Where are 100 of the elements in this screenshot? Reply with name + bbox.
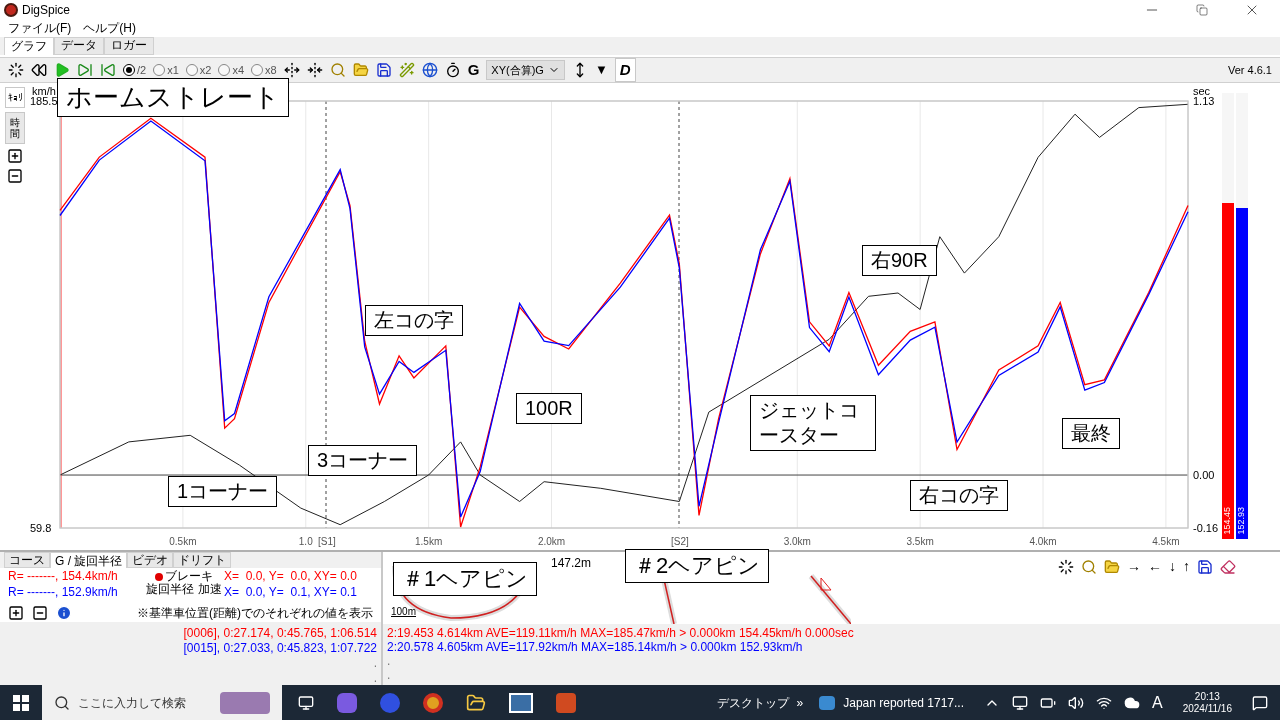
g-readout: X= 0.0, Y= 0.0, XY= 0.0 <box>224 568 357 585</box>
dot-marker: . <box>387 668 392 682</box>
tab[interactable]: ビデオ <box>127 552 174 568</box>
spinner-icon[interactable] <box>1058 558 1074 575</box>
mode-select[interactable]: XY(合算)G <box>486 59 565 80</box>
callout-label: 3コーナー <box>308 445 418 476</box>
rate-radio[interactable]: /2 <box>123 61 147 79</box>
save-icon[interactable] <box>375 61 392 78</box>
browser-icon[interactable] <box>423 692 443 713</box>
expand-horizontal-icon[interactable] <box>283 61 300 78</box>
clock-date[interactable]: 2024/11/16 <box>1182 702 1232 715</box>
eraser-icon[interactable] <box>1220 558 1236 575</box>
d-button[interactable]: D <box>614 57 636 83</box>
dot-marker: . <box>387 654 392 668</box>
restore-icon[interactable] <box>1196 3 1208 16</box>
volume-icon[interactable] <box>1068 694 1084 711</box>
rate-radio[interactable]: x1 <box>153 61 179 79</box>
add-icon[interactable] <box>8 605 24 621</box>
note-text: ※基準車位置(距離)でのそれぞれの値を表示 <box>137 605 373 622</box>
x-axis-tick: 1.5km <box>415 535 443 548</box>
time-unit-label: sec <box>1193 83 1211 97</box>
y-axis-tick: 1.13 <box>1193 94 1215 107</box>
notifications-icon[interactable] <box>1252 694 1268 711</box>
stopwatch-icon[interactable] <box>444 61 461 78</box>
callout-label: ＃2ヘアピン <box>625 549 770 583</box>
wand-icon[interactable] <box>398 61 415 78</box>
y-axis-tick: 185.5 <box>30 94 58 107</box>
menu-item[interactable]: ファイル(F) <box>8 19 72 38</box>
rewind-icon[interactable] <box>31 61 47 78</box>
search-placeholder: ここに入力して検索 <box>78 694 186 712</box>
dot-marker: . <box>373 671 377 686</box>
callout-label: 1コーナー <box>168 476 278 507</box>
search-icon[interactable] <box>329 61 346 78</box>
g-readout: X= 0.0, Y= 0.1, XY= 0.1 <box>224 584 357 601</box>
folder-icon[interactable] <box>466 692 486 713</box>
ime-indicator[interactable]: A <box>1152 690 1163 715</box>
g-button[interactable]: G <box>467 58 480 82</box>
tab[interactable]: ロガー <box>104 36 154 55</box>
task-view-icon[interactable] <box>298 694 314 711</box>
play-icon[interactable] <box>54 61 70 78</box>
axis-tab[interactable]: ｷｮﾘ <box>5 86 25 108</box>
globe-icon[interactable] <box>421 61 438 78</box>
window-title: DigSpice <box>22 1 71 19</box>
clock-time[interactable]: 20:13 <box>1194 690 1220 703</box>
zoom-in-icon[interactable] <box>7 147 23 164</box>
speed-readout: R= -------, 154.4km/h <box>8 568 119 585</box>
callout-label: 右コの字 <box>910 480 1008 511</box>
arrow-button[interactable]: → <box>1127 556 1141 577</box>
speed-unit-label: km/h <box>32 83 56 97</box>
taskbar-search-field[interactable]: ここに入力して検索 <box>42 685 282 720</box>
tab[interactable]: データ <box>54 36 104 55</box>
device-icon[interactable] <box>1012 694 1028 711</box>
x-axis-tick: 4.5km <box>1152 535 1180 548</box>
x-axis-tick: 0.5km <box>169 535 197 548</box>
callout-label: 右90R <box>862 245 937 276</box>
app-logo-icon <box>4 2 18 17</box>
news-widget[interactable]: Japan reported 1717... <box>843 693 964 712</box>
arrow-button[interactable]: ↓ <box>1169 556 1176 577</box>
arrow-button[interactable]: ← <box>1148 556 1162 577</box>
scale-label: 100m <box>391 605 416 619</box>
step-back-icon[interactable] <box>100 61 116 78</box>
speed-readout: R= -------, 152.9km/h <box>8 584 119 601</box>
rate-radio[interactable]: x2 <box>185 61 212 79</box>
g-meter-drawing: ブレーキ 旋回半径 加速 <box>145 570 223 598</box>
news-icon <box>819 695 836 710</box>
tab[interactable]: G / 旋回半径 <box>50 552 128 568</box>
lap-summary: 2:19.453 4.614km AVE=119.11km/h MAX=185.47km/h > 0.000km 154.45km/h 0.000sec <box>387 626 855 640</box>
axis-tab[interactable]: 時間 <box>5 111 25 144</box>
remove-icon[interactable] <box>32 605 48 621</box>
tab[interactable]: グラフ <box>4 36 54 55</box>
lap-split-times: [0015], 0:27.033, 0:45.823, 1:07.722 <box>183 641 377 656</box>
spinner-icon[interactable] <box>8 61 24 78</box>
y-axis-tick: -0.16 <box>1193 521 1219 534</box>
tab[interactable]: ドリフト <box>173 552 232 568</box>
windows-start-icon[interactable] <box>13 694 29 711</box>
rate-radio[interactable]: x4 <box>218 61 245 79</box>
callout-label: ＃1ヘアピン <box>393 562 538 596</box>
speed-reading: 152.93 <box>1235 507 1248 535</box>
x-axis-tick: 4.0km <box>1029 535 1057 548</box>
search-icon[interactable] <box>1081 558 1097 575</box>
version-label: Ver 4.6.1 <box>1227 62 1272 78</box>
save-icon[interactable] <box>1197 558 1213 575</box>
overflow-button[interactable]: » <box>796 693 804 712</box>
menu-item[interactable]: ヘルプ(H) <box>83 19 136 38</box>
arrow-button[interactable]: ↑ <box>1183 556 1190 577</box>
desktop-toolbar[interactable]: デスクトップ <box>716 693 789 712</box>
x-axis-tick: 1.0 <box>298 535 313 548</box>
step-forward-icon[interactable] <box>77 61 93 78</box>
tab[interactable]: コース <box>4 552 50 568</box>
callout-label: 100R <box>516 393 582 424</box>
lap-split-times: [0006], 0:27.174, 0:45.765, 1:06.514 <box>183 626 377 641</box>
marker-button[interactable]: ▼ <box>594 60 608 80</box>
sector-label: [S2] <box>671 535 689 548</box>
zoom-out-icon[interactable] <box>7 167 23 184</box>
app-icon[interactable] <box>509 692 533 713</box>
rate-radio[interactable]: x8 <box>251 61 277 79</box>
speed-reading: 154.45 <box>1221 507 1234 535</box>
collapse-horizontal-icon[interactable] <box>306 61 323 78</box>
x-axis-tick: 3.5km <box>906 535 934 548</box>
info-icon[interactable] <box>56 605 72 621</box>
